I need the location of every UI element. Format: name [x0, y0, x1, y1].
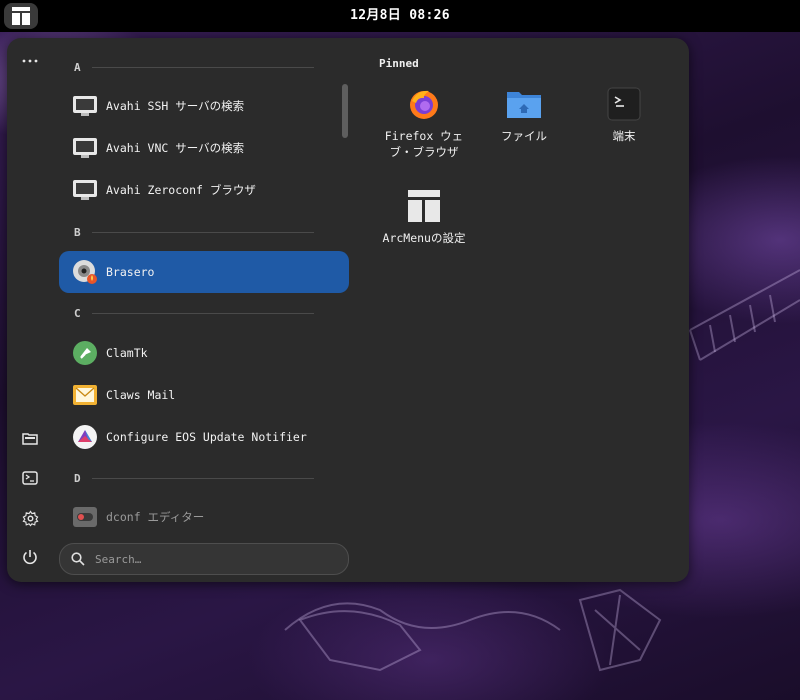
app-item-label: Brasero: [106, 265, 155, 279]
clock[interactable]: 12月8日 08:26: [0, 0, 800, 32]
monitor-icon: [72, 93, 98, 119]
pinned-item-files[interactable]: ファイル: [474, 85, 574, 144]
section-letter-a: A: [74, 61, 81, 74]
clamtk-icon: [72, 340, 98, 366]
more-options-icon[interactable]: [19, 50, 41, 72]
section-letter-d: D: [74, 472, 81, 485]
section-divider: [92, 67, 314, 68]
power-icon[interactable]: [19, 546, 41, 568]
pinned-item-arcmenu-settings[interactable]: ArcMenuの設定: [374, 187, 474, 246]
pinned-title: Pinned: [379, 57, 419, 70]
mail-envelope-icon: [72, 382, 98, 408]
section-divider: [92, 313, 314, 314]
app-menu-panel: A Avahi SSH サーバの検索 Avahi VNC サーバの検索 Avah…: [7, 38, 689, 582]
app-item-label: Avahi Zeroconf ブラウザ: [106, 183, 256, 197]
pinned-item-firefox[interactable]: Firefox ウェブ・ブラウザ: [374, 85, 474, 160]
section-divider: [92, 478, 314, 479]
endeavouros-icon: [72, 424, 98, 450]
file-manager-icon[interactable]: [19, 427, 41, 449]
search-bar[interactable]: [59, 543, 349, 575]
search-icon: [71, 552, 85, 566]
app-item-avahi-vnc[interactable]: Avahi VNC サーバの検索: [59, 127, 349, 169]
app-item-dconf-editor[interactable]: dconf エディター: [59, 496, 349, 538]
settings-gear-icon[interactable]: [19, 507, 41, 529]
app-item-eos-update-notifier[interactable]: Configure EOS Update Notifier: [59, 416, 349, 458]
app-item-label: Claws Mail: [106, 388, 176, 402]
monitor-icon: [72, 135, 98, 161]
pinned-item-label: Firefox ウェブ・ブラウザ: [384, 129, 464, 159]
app-item-brasero[interactable]: Brasero: [59, 251, 349, 293]
app-item-label: ClamTk: [106, 346, 148, 360]
app-item-avahi-ssh[interactable]: Avahi SSH サーバの検索: [59, 85, 349, 127]
app-item-label: Configure EOS Update Notifier: [106, 430, 307, 444]
app-item-clamtk[interactable]: ClamTk: [59, 332, 349, 374]
app-item-label: Avahi SSH サーバの検索: [106, 99, 245, 113]
monitor-icon: [72, 177, 98, 203]
terminal-icon[interactable]: [19, 467, 41, 489]
app-item-avahi-zeroconf[interactable]: Avahi Zeroconf ブラウザ: [59, 169, 349, 211]
pinned-item-label: ファイル: [501, 129, 547, 143]
top-bar: 12月8日 08:26: [0, 0, 800, 32]
app-item-label: Avahi VNC サーバの検索: [106, 141, 245, 155]
brasero-disc-icon: [72, 259, 98, 285]
files-folder-icon: [505, 85, 543, 123]
pinned-item-label: 端末: [612, 129, 636, 143]
arcmenu-settings-icon: [405, 187, 443, 225]
app-item-claws-mail[interactable]: Claws Mail: [59, 374, 349, 416]
section-divider: [92, 232, 314, 233]
app-item-label: dconf エディター: [106, 510, 205, 524]
dconf-toggle-icon: [72, 504, 98, 530]
app-list-scrollbar[interactable]: [342, 84, 348, 138]
pinned-item-terminal[interactable]: 端末: [574, 85, 674, 144]
search-input[interactable]: [93, 551, 337, 567]
terminal-icon: [605, 85, 643, 123]
pinned-item-label: ArcMenuの設定: [382, 231, 466, 245]
section-letter-b: B: [74, 226, 81, 239]
firefox-icon: [405, 85, 443, 123]
section-letter-c: C: [74, 307, 81, 320]
